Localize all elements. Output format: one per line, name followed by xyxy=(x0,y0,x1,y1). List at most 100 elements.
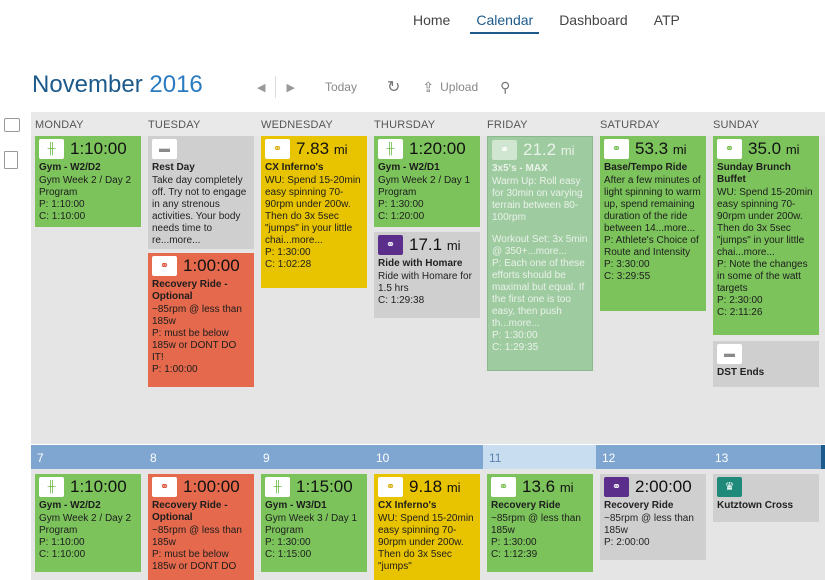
workout-title: CX Inferno's xyxy=(265,162,324,173)
bike-icon: ⚭ xyxy=(492,140,517,160)
workout-completed: C: 1:10:00 xyxy=(39,211,86,222)
workout-card[interactable]: ⚭ 9.18 mi CX Inferno's WU: Spend 15-20min… xyxy=(374,474,480,580)
bike-icon: ⚭ xyxy=(717,139,742,159)
workout-card[interactable]: ╫ 1:20:00 Gym - W2/D1 Gym Week 2 / Day 1 … xyxy=(374,136,480,227)
workout-distance: 17.1 xyxy=(409,234,443,254)
workout-title: Ride with Homare xyxy=(378,258,463,269)
workout-card[interactable]: ⚭ 21.2 mi 3x5's - MAX Warm Up: Roll easy … xyxy=(487,136,593,371)
day-monday: MONDAY xyxy=(35,119,84,131)
search-icon[interactable]: ⚲ xyxy=(500,79,510,96)
workout-desc: Take day completely off. Try not to enga… xyxy=(152,175,247,246)
workout-distance: 13.6 xyxy=(522,476,556,496)
workout-title: Base/Tempo Ride xyxy=(604,162,688,173)
date-9: 9 xyxy=(263,451,270,465)
day-saturday: SATURDAY xyxy=(600,119,660,131)
workout-desc: After a few minutes of light spinning to… xyxy=(604,175,701,234)
day-sunday: SUNDAY xyxy=(713,119,760,131)
workout-title: Rest Day xyxy=(152,162,195,173)
nav-atp[interactable]: ATP xyxy=(654,12,680,34)
bike-icon: ⚭ xyxy=(378,477,403,497)
workout-card[interactable]: ⚭ 1:00:00 Recovery Ride - Optional ~85rpm… xyxy=(148,253,254,387)
workout-planned: P: 1:30:00 xyxy=(265,537,311,548)
workout-desc: Gym Week 2 / Day 2 Program xyxy=(39,175,132,198)
event-card[interactable]: ▬ DST Ends xyxy=(713,341,819,387)
workout-duration: 1:10:00 xyxy=(70,139,127,158)
workout-distance: 53.3 xyxy=(635,138,669,158)
workout-completed: C: 1:12:39 xyxy=(491,549,538,560)
refresh-icon[interactable]: ↻ xyxy=(387,77,400,97)
event-title: Kutztown Cross xyxy=(717,500,794,511)
workout-planned: P: 2:30:00 xyxy=(717,295,763,306)
strength-icon: ╫ xyxy=(39,477,64,497)
workout-planned: P: 1:10:00 xyxy=(39,537,85,548)
day-friday: FRIDAY xyxy=(487,119,528,131)
workout-card[interactable]: ⚭ 17.1 mi Ride with Homare Ride with Homa… xyxy=(374,232,480,318)
workout-desc: ~85rpm @ less than 185w xyxy=(152,304,242,327)
workout-title: Gym - W2/D2 xyxy=(39,162,101,173)
nav-home[interactable]: Home xyxy=(413,12,450,34)
nav-calendar[interactable]: Calendar xyxy=(470,12,540,34)
workout-planned: P: 3:30:00 xyxy=(604,259,650,270)
workout-completed: C: 1:02:28 xyxy=(265,259,312,270)
workout-duration: 2:00:00 xyxy=(635,477,692,496)
strength-icon: ╫ xyxy=(265,477,290,497)
workout-desc: Gym Week 3 / Day 1 Program xyxy=(265,513,358,536)
divider xyxy=(275,76,277,98)
event-card[interactable]: ♛ Kutztown Cross xyxy=(713,474,819,522)
date-13: 13 xyxy=(715,451,729,465)
distance-unit: mi xyxy=(672,141,687,157)
day-off-card[interactable]: ▬ Rest Day Take day completely off. Try … xyxy=(148,136,254,249)
workout-note: P: Each one of these efforts should be m… xyxy=(492,258,585,329)
next-arrow-icon[interactable]: ▶ xyxy=(286,81,294,94)
scroll-indicator xyxy=(821,445,825,469)
day-thursday: THURSDAY xyxy=(374,119,436,131)
workout-card[interactable]: ⚭ 35.0 mi Sunday Brunch Buffet WU: Spend … xyxy=(713,136,819,335)
bike-icon: ⚭ xyxy=(152,477,177,497)
library-icon[interactable] xyxy=(4,118,20,132)
today-button[interactable]: Today xyxy=(325,80,357,94)
workout-note: P: must be below 185w or DONT DO xyxy=(152,549,237,572)
week-2-dates: 7 8 9 10 11 12 13 xyxy=(31,445,825,469)
bike-icon: ⚭ xyxy=(491,477,516,497)
nav-dashboard[interactable]: Dashboard xyxy=(559,12,628,34)
day-wednesday: WEDNESDAY xyxy=(261,119,333,131)
workout-completed: C: 1:29:38 xyxy=(378,295,425,306)
date-12: 12 xyxy=(602,451,616,465)
workout-title: Recovery Ride - Optional xyxy=(152,500,228,523)
main-nav: Home Calendar Dashboard ATP xyxy=(400,12,693,34)
date-11-today: 11 xyxy=(483,445,596,469)
calendar-toolbar: ◀ ▶ Today ↻ ⇪ Upload ⚲ xyxy=(257,76,510,98)
upload-label: Upload xyxy=(440,80,479,94)
workout-card[interactable]: ╫ 1:10:00 Gym - W2/D2 Gym Week 2 / Day 2 … xyxy=(35,136,141,227)
workout-planned: P: 1:30:00 xyxy=(378,199,424,210)
workout-card[interactable]: ⚭ 53.3 mi Base/Tempo Ride After a few min… xyxy=(600,136,706,311)
prev-arrow-icon[interactable]: ◀ xyxy=(257,81,265,94)
workout-planned: P: 1:30:00 xyxy=(491,537,537,548)
workout-title: Gym - W2/D1 xyxy=(378,162,440,173)
workout-card[interactable]: ⚭ 7.83 mi CX Inferno's WU: Spend 15-20min… xyxy=(261,136,367,288)
workout-planned: P: 1:30:00 xyxy=(492,330,538,341)
workout-card[interactable]: ╫ 1:15:00 Gym - W3/D1 Gym Week 3 / Day 1 … xyxy=(261,474,367,572)
workout-planned: P: 1:00:00 xyxy=(152,364,198,375)
upload-button[interactable]: ⇪ Upload xyxy=(422,79,478,96)
distance-unit: mi xyxy=(333,141,348,157)
workout-card[interactable]: ⚭ 13.6 mi Recovery Ride ~85rpm @ less tha… xyxy=(487,474,593,572)
upload-icon: ⇪ xyxy=(422,78,435,95)
workout-card[interactable]: ╫ 1:10:00 Gym - W2/D2 Gym Week 2 / Day 2 … xyxy=(35,474,141,572)
workout-title: CX Inferno's xyxy=(378,500,437,511)
workout-planned: P: 1:30:00 xyxy=(265,247,311,258)
distance-unit: mi xyxy=(559,479,574,495)
workout-distance: 9.18 xyxy=(409,476,443,496)
bike-icon: ⚭ xyxy=(604,139,629,159)
workout-card[interactable]: ⚭ 1:00:00 Recovery Ride - Optional ~85rpm… xyxy=(148,474,254,580)
date-8: 8 xyxy=(150,451,157,465)
workout-card[interactable]: ⚭ 2:00:00 Recovery Ride ~85rpm @ less tha… xyxy=(600,474,706,560)
workout-completed: C: 2:11:26 xyxy=(717,307,763,318)
workout-title: Sunday Brunch Buffet xyxy=(717,162,791,185)
workout-title: Recovery Ride xyxy=(604,500,674,511)
bike-icon: ⚭ xyxy=(152,256,177,276)
workout-duration: 1:10:00 xyxy=(70,477,127,496)
year-label: 2016 xyxy=(149,71,203,98)
plan-icon[interactable] xyxy=(4,151,18,169)
date-7: 7 xyxy=(37,451,44,465)
